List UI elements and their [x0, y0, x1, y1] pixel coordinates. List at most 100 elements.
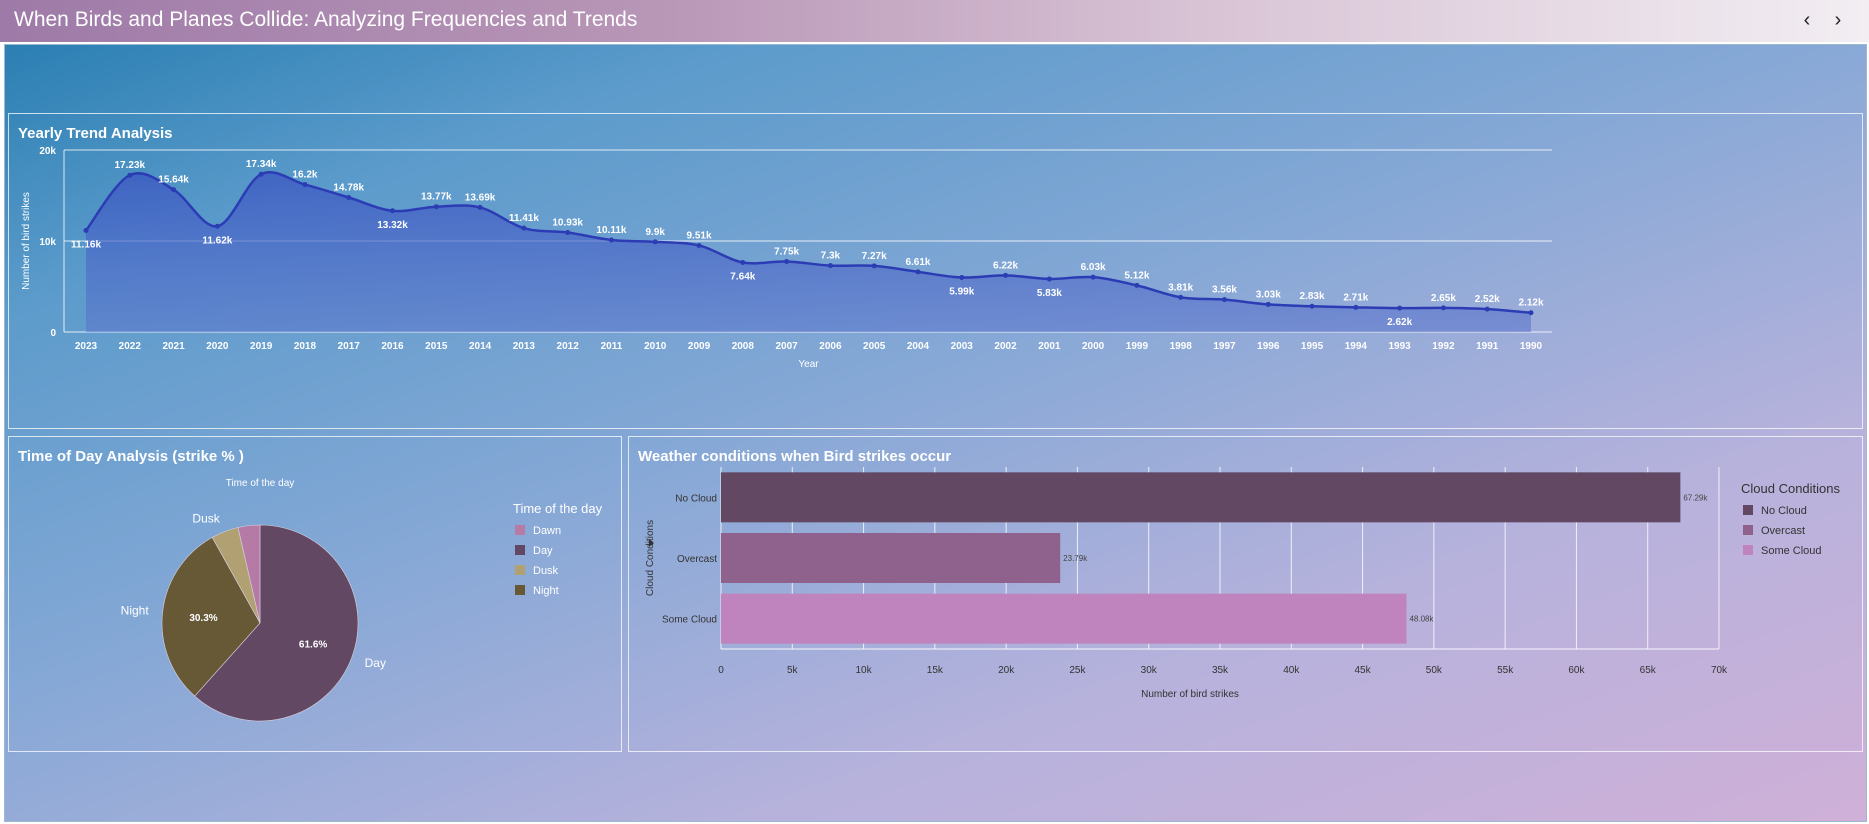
weather-bar-chart: 0 5k 10k 15k 20k 25k 30k 35k 40k 45k 50k 55k 60k 65k 7…: [645, 467, 1841, 700]
pie-category-label: Day: [365, 656, 386, 670]
chevron-right-icon[interactable]: ›: [1828, 9, 1848, 32]
trend-data-label: 9.9k: [646, 227, 666, 238]
trend-xtick-label: 2012: [557, 341, 580, 352]
bar-xtick-label: 20k: [998, 665, 1015, 676]
trend-data-label: 11.16k: [71, 239, 101, 250]
trend-ytick-label: 20k: [39, 146, 56, 157]
trend-data-label: 9.51k: [687, 230, 712, 241]
trend-chart: 0 10k 20k 11.16k 2023 17.23k 2022 15.64k 2021 11.…: [21, 146, 1552, 370]
trend-data-label: 6.22k: [993, 260, 1018, 271]
trend-data-label: 11.62k: [202, 235, 232, 246]
trend-point: [740, 259, 746, 265]
trend-point: [608, 237, 614, 243]
pie-legend-swatch: [515, 525, 525, 535]
bar-xtick-label: 35k: [1212, 665, 1229, 676]
trend-xtick-label: 1994: [1345, 341, 1368, 352]
trend-xtick-label: 1990: [1520, 341, 1543, 352]
bar-legend-label: No Cloud: [1761, 505, 1807, 517]
trend-xtick-label: 2023: [75, 341, 98, 352]
pie-category-label: Night: [121, 604, 150, 618]
bar-xtick-label: 50k: [1426, 665, 1443, 676]
trend-point: [346, 195, 352, 201]
bar-rect: [721, 472, 1681, 523]
trend-xtick-label: 2002: [994, 341, 1017, 352]
bar-xtick-label: 10k: [856, 665, 873, 676]
pie-category-label: Dusk: [192, 511, 220, 525]
trend-data-label: 13.32k: [377, 220, 408, 231]
trend-point: [171, 187, 177, 193]
bar-xtick-label: 60k: [1568, 665, 1585, 676]
trend-ytick-label: 10k: [39, 237, 56, 248]
app-title: When Birds and Planes Collide: Analyzing…: [14, 8, 638, 31]
trend-xtick-label: 2007: [775, 341, 798, 352]
trend-data-label: 6.61k: [905, 257, 930, 268]
trend-xtick-label: 2019: [250, 341, 273, 352]
trend-data-label: 2.62k: [1387, 317, 1412, 328]
trend-data-label: 2.71k: [1343, 292, 1368, 303]
bar-category-label: No Cloud: [675, 493, 717, 504]
trend-point: [1309, 303, 1315, 309]
trend-point: [784, 258, 790, 264]
pie-pct-label: 30.3%: [189, 613, 217, 624]
bar-value-label: 48.08k: [1409, 615, 1434, 624]
trend-xtick-label: 1992: [1432, 341, 1455, 352]
bar-rect: [721, 533, 1061, 583]
pie-legend-title: Time of the day: [513, 501, 603, 516]
trend-data-label: 7.75k: [774, 246, 799, 257]
trend-point: [959, 274, 965, 280]
trend-data-label: 11.41k: [509, 213, 539, 224]
bar-legend-label: Overcast: [1761, 525, 1805, 537]
trend-data-label: 3.81k: [1168, 282, 1193, 293]
trend-xtick-label: 1993: [1389, 341, 1412, 352]
trend-data-label: 2.83k: [1300, 291, 1325, 302]
trend-point: [1440, 305, 1446, 311]
trend-point: [696, 242, 702, 248]
trend-data-label: 15.64k: [158, 175, 189, 186]
trend-data-label: 16.2k: [292, 170, 317, 181]
trend-point: [477, 204, 483, 210]
top-bar: When Birds and Planes Collide: Analyzing…: [0, 0, 1869, 42]
trend-point: [1090, 274, 1096, 280]
pie-legend-label: Night: [533, 585, 559, 597]
trend-xtick-label: 2005: [863, 341, 886, 352]
trend-data-label: 5.99k: [949, 286, 974, 297]
bar-xtick-label: 45k: [1355, 665, 1372, 676]
trend-point: [1178, 294, 1184, 300]
trend-point: [390, 208, 396, 214]
trend-area: [86, 172, 1531, 332]
trend-point: [433, 204, 439, 210]
bar-legend-label: Some Cloud: [1761, 545, 1822, 557]
trend-data-label: 13.69k: [465, 192, 496, 203]
trend-data-label: 7.3k: [821, 251, 841, 262]
pie-legend-swatch: [515, 545, 525, 555]
bar-xtick-label: 40k: [1283, 665, 1300, 676]
chevron-left-icon[interactable]: ‹: [1797, 9, 1817, 32]
dashboard-canvas: Yearly Trend Analysis 0 10k 20k 11.16k 2023 1…: [4, 44, 1867, 822]
trend-xtick-label: 2018: [294, 341, 317, 352]
trend-xtick-label: 2008: [732, 341, 755, 352]
pie-legend-swatch: [515, 565, 525, 575]
trend-point: [871, 263, 877, 269]
pie-legend-label: Dawn: [533, 525, 561, 537]
trend-xtick-label: 1991: [1476, 341, 1499, 352]
trend-data-label: 17.34k: [246, 159, 277, 170]
trend-xtick-label: 1996: [1257, 341, 1280, 352]
trend-xtick-label: 2020: [206, 341, 229, 352]
trend-point: [127, 172, 133, 178]
bar-category-label: Some Cloud: [662, 615, 717, 626]
trend-data-label: 7.27k: [862, 251, 887, 262]
trend-data-label: 17.23k: [114, 160, 145, 171]
bar-xtick-label: 65k: [1640, 665, 1657, 676]
trend-point: [258, 171, 264, 177]
pie-legend-swatch: [515, 585, 525, 595]
trend-point: [1484, 306, 1490, 312]
trend-point: [827, 263, 833, 269]
trend-xtick-label: 2010: [644, 341, 667, 352]
trend-point: [214, 223, 220, 229]
trend-xtick-label: 2022: [119, 341, 142, 352]
trend-point: [521, 225, 527, 231]
trend-point: [1397, 305, 1403, 311]
trend-data-label: 2.65k: [1431, 293, 1456, 304]
pie-chart: 61.6% Day 30.3% Night Dusk Time of the day Tim…: [121, 478, 603, 722]
bar-legend-title: Cloud Conditions: [1741, 481, 1841, 496]
